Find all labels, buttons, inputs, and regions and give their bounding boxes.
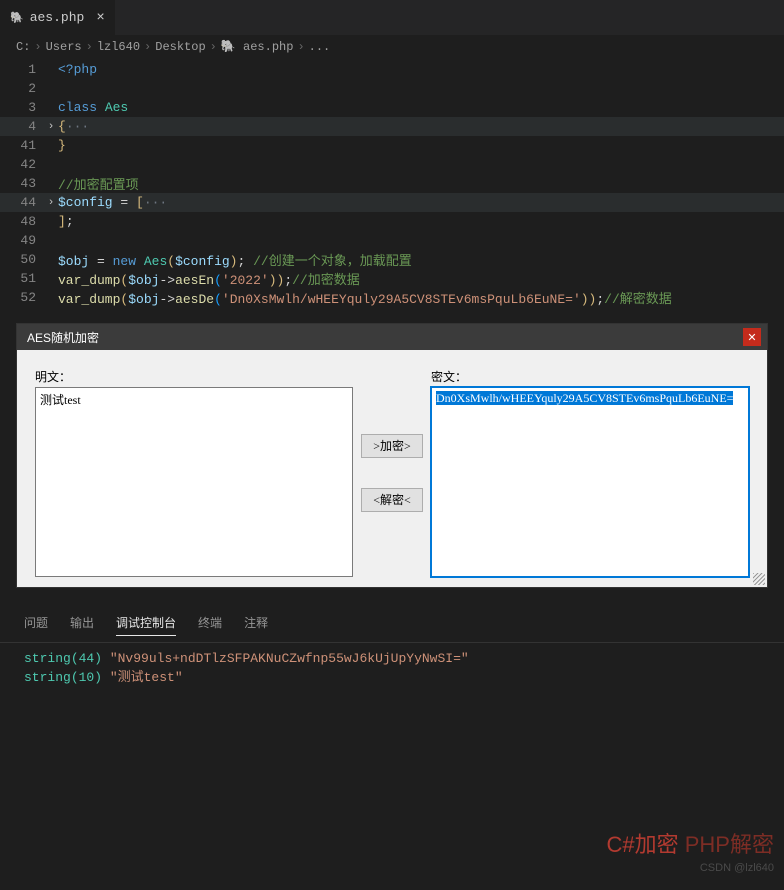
ciphertext-label: 密文： <box>431 368 749 385</box>
line-number: 49 <box>0 233 44 248</box>
tab-title: aes.php <box>30 10 85 25</box>
resize-grip[interactable] <box>753 573 765 585</box>
panel-title: AES随机加密 <box>27 329 99 346</box>
ciphertext-input[interactable]: Dn0XsMwlh/wHEEYquly29A5CV8STEv6msPquLb6E… <box>431 387 749 577</box>
tab-comments[interactable]: 注释 <box>244 614 268 636</box>
crumb[interactable]: lzl640 <box>97 40 140 54</box>
crumb[interactable]: ... <box>309 40 331 54</box>
fold-icon[interactable]: › <box>44 197 58 209</box>
panel-titlebar[interactable]: AES随机加密 ✕ <box>17 324 767 350</box>
console-output[interactable]: string(44) "Nv99uls+ndDTlzSFPAKNuCZwfnp5… <box>0 643 784 693</box>
php-icon: 🐘 <box>10 11 24 25</box>
line-number: 48 <box>0 214 44 229</box>
plaintext-input[interactable]: 测试test <box>35 387 353 577</box>
line-number: 50 <box>0 252 44 267</box>
line-number: 3 <box>0 100 44 115</box>
tab-debug-console[interactable]: 调试控制台 <box>116 614 176 636</box>
tab-bar: 🐘 aes.php × <box>0 0 784 35</box>
line-number: 42 <box>0 157 44 172</box>
crumb[interactable]: Desktop <box>155 40 205 54</box>
close-button[interactable]: ✕ <box>743 328 761 346</box>
terminal-panel: 问题 输出 调试控制台 终端 注释 string(44) "Nv99uls+nd… <box>0 614 784 693</box>
line-number: 52 <box>0 290 44 305</box>
decrypt-button[interactable]: <解密< <box>361 488 423 512</box>
aes-panel: AES随机加密 ✕ 明文： 测试test >加密> <解密< 密文： Dn0Xs… <box>16 323 768 588</box>
fold-icon[interactable]: › <box>44 121 58 133</box>
line-number: 41 <box>0 138 44 153</box>
line-number: 2 <box>0 81 44 96</box>
encrypt-button[interactable]: >加密> <box>361 434 423 458</box>
breadcrumb[interactable]: C:› Users› lzl640› Desktop› 🐘 aes.php› .… <box>0 35 784 58</box>
crumb[interactable]: Users <box>46 40 82 54</box>
close-icon[interactable]: × <box>96 10 104 26</box>
line-number: 44 <box>0 195 44 210</box>
crumb[interactable]: C: <box>16 40 30 54</box>
code-editor[interactable]: 1<?php 2 3class Aes 4›{··· 41} 42 43//加密… <box>0 58 784 313</box>
line-number: 43 <box>0 176 44 191</box>
tab-terminal[interactable]: 终端 <box>198 614 222 636</box>
crumb[interactable]: 🐘 aes.php <box>221 39 294 54</box>
line-number: 4 <box>0 119 44 134</box>
tab-output[interactable]: 输出 <box>70 614 94 636</box>
watermark: C#加密 PHP解密 CSDN @lzl640 <box>607 830 775 876</box>
tab-problems[interactable]: 问题 <box>24 614 48 636</box>
plaintext-label: 明文： <box>35 368 353 385</box>
editor-tab[interactable]: 🐘 aes.php × <box>0 0 116 35</box>
line-number: 51 <box>0 271 44 286</box>
line-number: 1 <box>0 62 44 77</box>
